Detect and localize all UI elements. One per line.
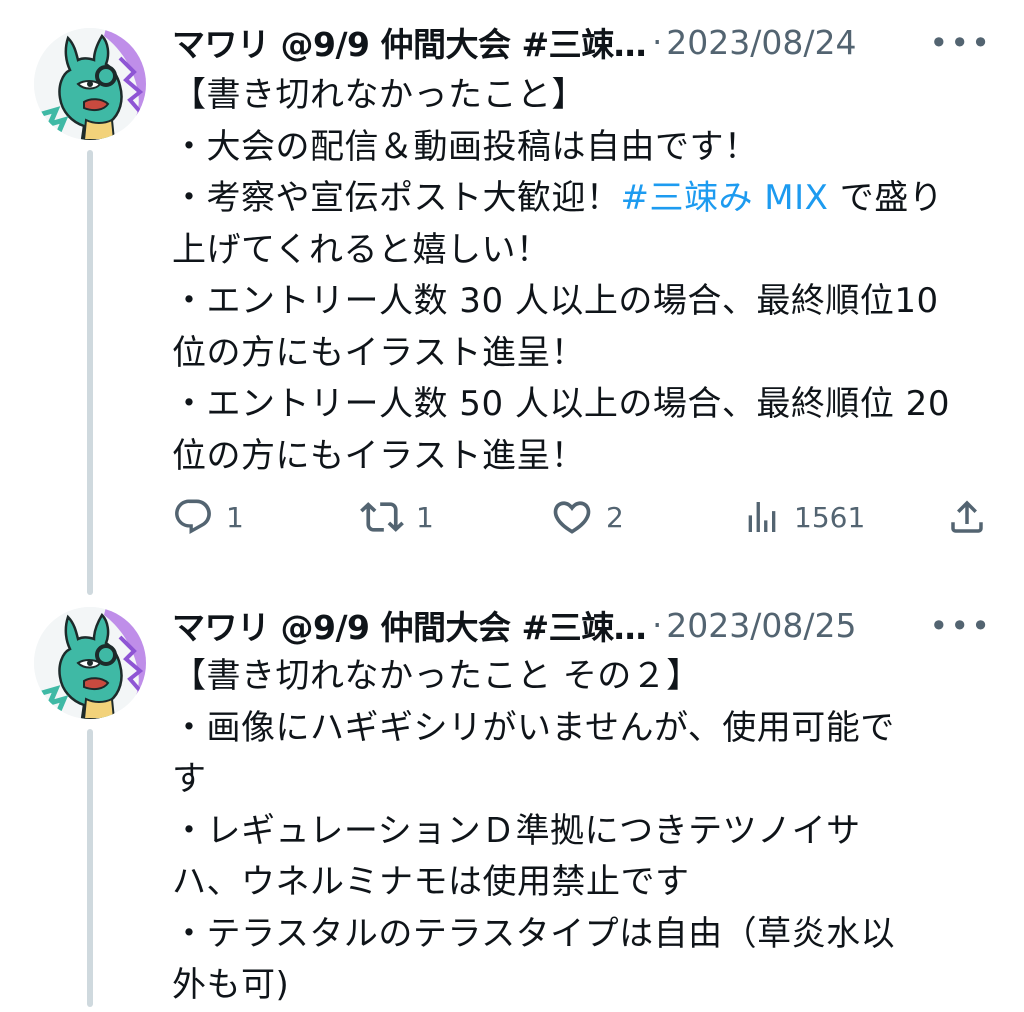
text-line: 外も可) xyxy=(172,965,290,1005)
views-icon xyxy=(748,502,776,532)
tweet-header: マワリ @9/9 仲間大会 #三竦… · 2023/08/25 ••• xyxy=(172,601,992,649)
avatar[interactable] xyxy=(34,28,146,140)
hashtag-link[interactable]: #三竦み MIX xyxy=(621,178,829,218)
text-line: す xyxy=(172,759,207,799)
text-line: 【書き切れなかったこと その２】 xyxy=(172,656,701,696)
header-separator: · xyxy=(652,23,663,61)
tweet-date[interactable]: 2023/08/25 xyxy=(666,606,856,645)
tweet-1[interactable]: マワリ @9/9 仲間大会 #三竦… · 2023/08/24 ••• 【書き切… xyxy=(0,0,1024,595)
reply-icon xyxy=(175,499,211,534)
text-line-with-hashtag: ・考察や宣伝ポスト大歓迎！#三竦み MIX で盛り xyxy=(172,173,992,225)
share-icon xyxy=(951,500,983,533)
view-count: 1561 xyxy=(794,500,866,534)
thread-connector xyxy=(87,150,93,595)
author-name[interactable]: マワリ @9/9 仲間大会 #三竦… xyxy=(172,18,647,66)
reply-count: 1 xyxy=(226,500,244,534)
author-name[interactable]: マワリ @9/9 仲間大会 #三竦… xyxy=(172,601,647,649)
tweet-header: マワリ @9/9 仲間大会 #三竦… · 2023/08/24 ••• xyxy=(172,18,992,66)
header-separator: · xyxy=(652,606,663,644)
text-line: ・レギュレーションＤ準拠につきテツノイサ xyxy=(172,810,861,851)
text-line: 位の方にもイラスト進呈！ xyxy=(172,332,586,373)
avatar-image xyxy=(34,607,146,719)
reply-button[interactable]: 1 xyxy=(172,495,244,539)
tweet-actions: 1 1 2 1561 xyxy=(172,495,992,539)
text-line: 上げてくれると嬉しい！ xyxy=(172,229,551,270)
avatar-image xyxy=(34,28,146,140)
text-segment: ・考察や宣伝ポスト大歓迎！ xyxy=(172,178,621,218)
like-count: 2 xyxy=(606,500,624,534)
repost-icon xyxy=(360,502,404,532)
repost-button[interactable]: 1 xyxy=(360,495,434,539)
text-line: ・エントリー人数 50 人以上の場合、最終順位 20 xyxy=(172,384,950,424)
more-options-icon[interactable]: ••• xyxy=(929,607,992,645)
views-button[interactable]: 1561 xyxy=(742,495,865,539)
tweet-text: 【書き切れなかったこと その２】 ・画像にハギギシリがいませんが、使用可能で す… xyxy=(172,651,992,1012)
heart-icon xyxy=(553,501,591,534)
tweet-text: 【書き切れなかったこと】 ・大会の配信＆動画投稿は自由です！ ・考察や宣伝ポスト… xyxy=(172,70,992,482)
tweet-date[interactable]: 2023/08/24 xyxy=(666,23,856,62)
text-line: 位の方にもイラスト進呈！ xyxy=(172,435,586,476)
tweet-2[interactable]: マワリ @9/9 仲間大会 #三竦… · 2023/08/25 ••• 【書き切… xyxy=(0,595,1024,1007)
text-line: ・大会の配信＆動画投稿は自由です！ xyxy=(172,126,759,167)
text-line: ・画像にハギギシリがいませんが、使用可能で xyxy=(172,707,895,748)
text-line: 【書き切れなかったこと】 xyxy=(172,75,586,115)
text-line: ハ、ウネルミナモは使用禁止です xyxy=(172,862,690,902)
text-segment: で盛り xyxy=(828,178,944,218)
text-line: ・エントリー人数 30 人以上の場合、最終順位10 xyxy=(172,281,939,321)
text-line: ・テラスタルのテラスタイプは自由（草炎水以 xyxy=(172,913,896,954)
avatar[interactable] xyxy=(34,607,146,719)
like-button[interactable]: 2 xyxy=(550,495,624,539)
repost-count: 1 xyxy=(416,500,434,534)
share-button[interactable] xyxy=(946,495,988,539)
thread-connector xyxy=(87,729,93,1007)
more-options-icon[interactable]: ••• xyxy=(929,24,992,62)
